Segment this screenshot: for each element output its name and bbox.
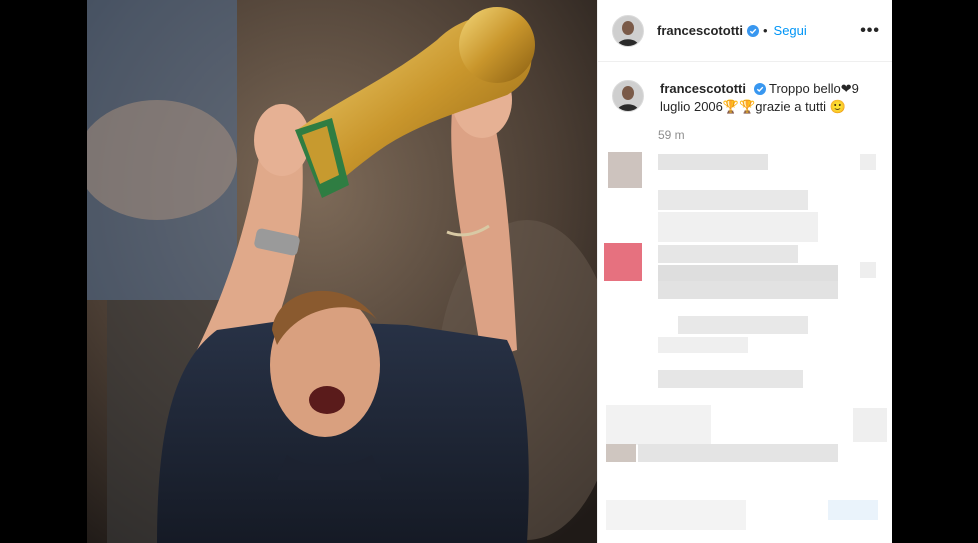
blurred-like-icon [860,154,876,170]
blurred-comment-line [606,405,711,445]
blurred-comment-line [606,500,746,530]
blurred-comment-line [678,316,808,334]
caption-text: francescototti Troppo bello❤9 luglio 200… [660,80,870,116]
blurred-comment-line [658,190,808,210]
blurred-comment-line [658,281,838,299]
avatar-image [613,15,643,46]
avatar-image [613,81,643,111]
post-header: francescototti • Segui ••• [598,0,892,62]
post-photo[interactable] [87,0,597,543]
post-timestamp: 59 m [658,128,685,142]
caption-row: francescototti Troppo bello❤9 luglio 200… [598,62,892,116]
caption-avatar[interactable] [612,80,644,112]
blurred-avatar [606,444,636,462]
blurred-like-icon [853,408,887,442]
more-options-icon[interactable]: ••• [860,22,880,40]
blurred-comment-line [658,154,768,170]
blurred-post-button [828,500,878,520]
post-modal: francescototti • Segui ••• francescotott… [87,0,892,543]
blurred-like-icon [860,262,876,278]
author-username[interactable]: francescototti [657,23,743,38]
blurred-comment-line [658,337,748,353]
caption-username[interactable]: francescototti [660,81,746,96]
photo-illustration [87,0,597,543]
author-avatar[interactable] [612,14,644,47]
verified-badge-icon [753,83,766,95]
blurred-comment-line [658,370,803,388]
follow-button[interactable]: Segui [774,23,807,38]
separator-dot: • [762,23,768,38]
blurred-avatar [608,152,642,188]
blurred-avatar [604,243,642,281]
blurred-comment-line [638,444,838,462]
blurred-comment-line [658,245,798,263]
post-sidebar: francescototti • Segui ••• francescotott… [597,0,892,543]
verified-badge-icon [746,24,759,37]
blurred-comment-line [658,212,818,242]
